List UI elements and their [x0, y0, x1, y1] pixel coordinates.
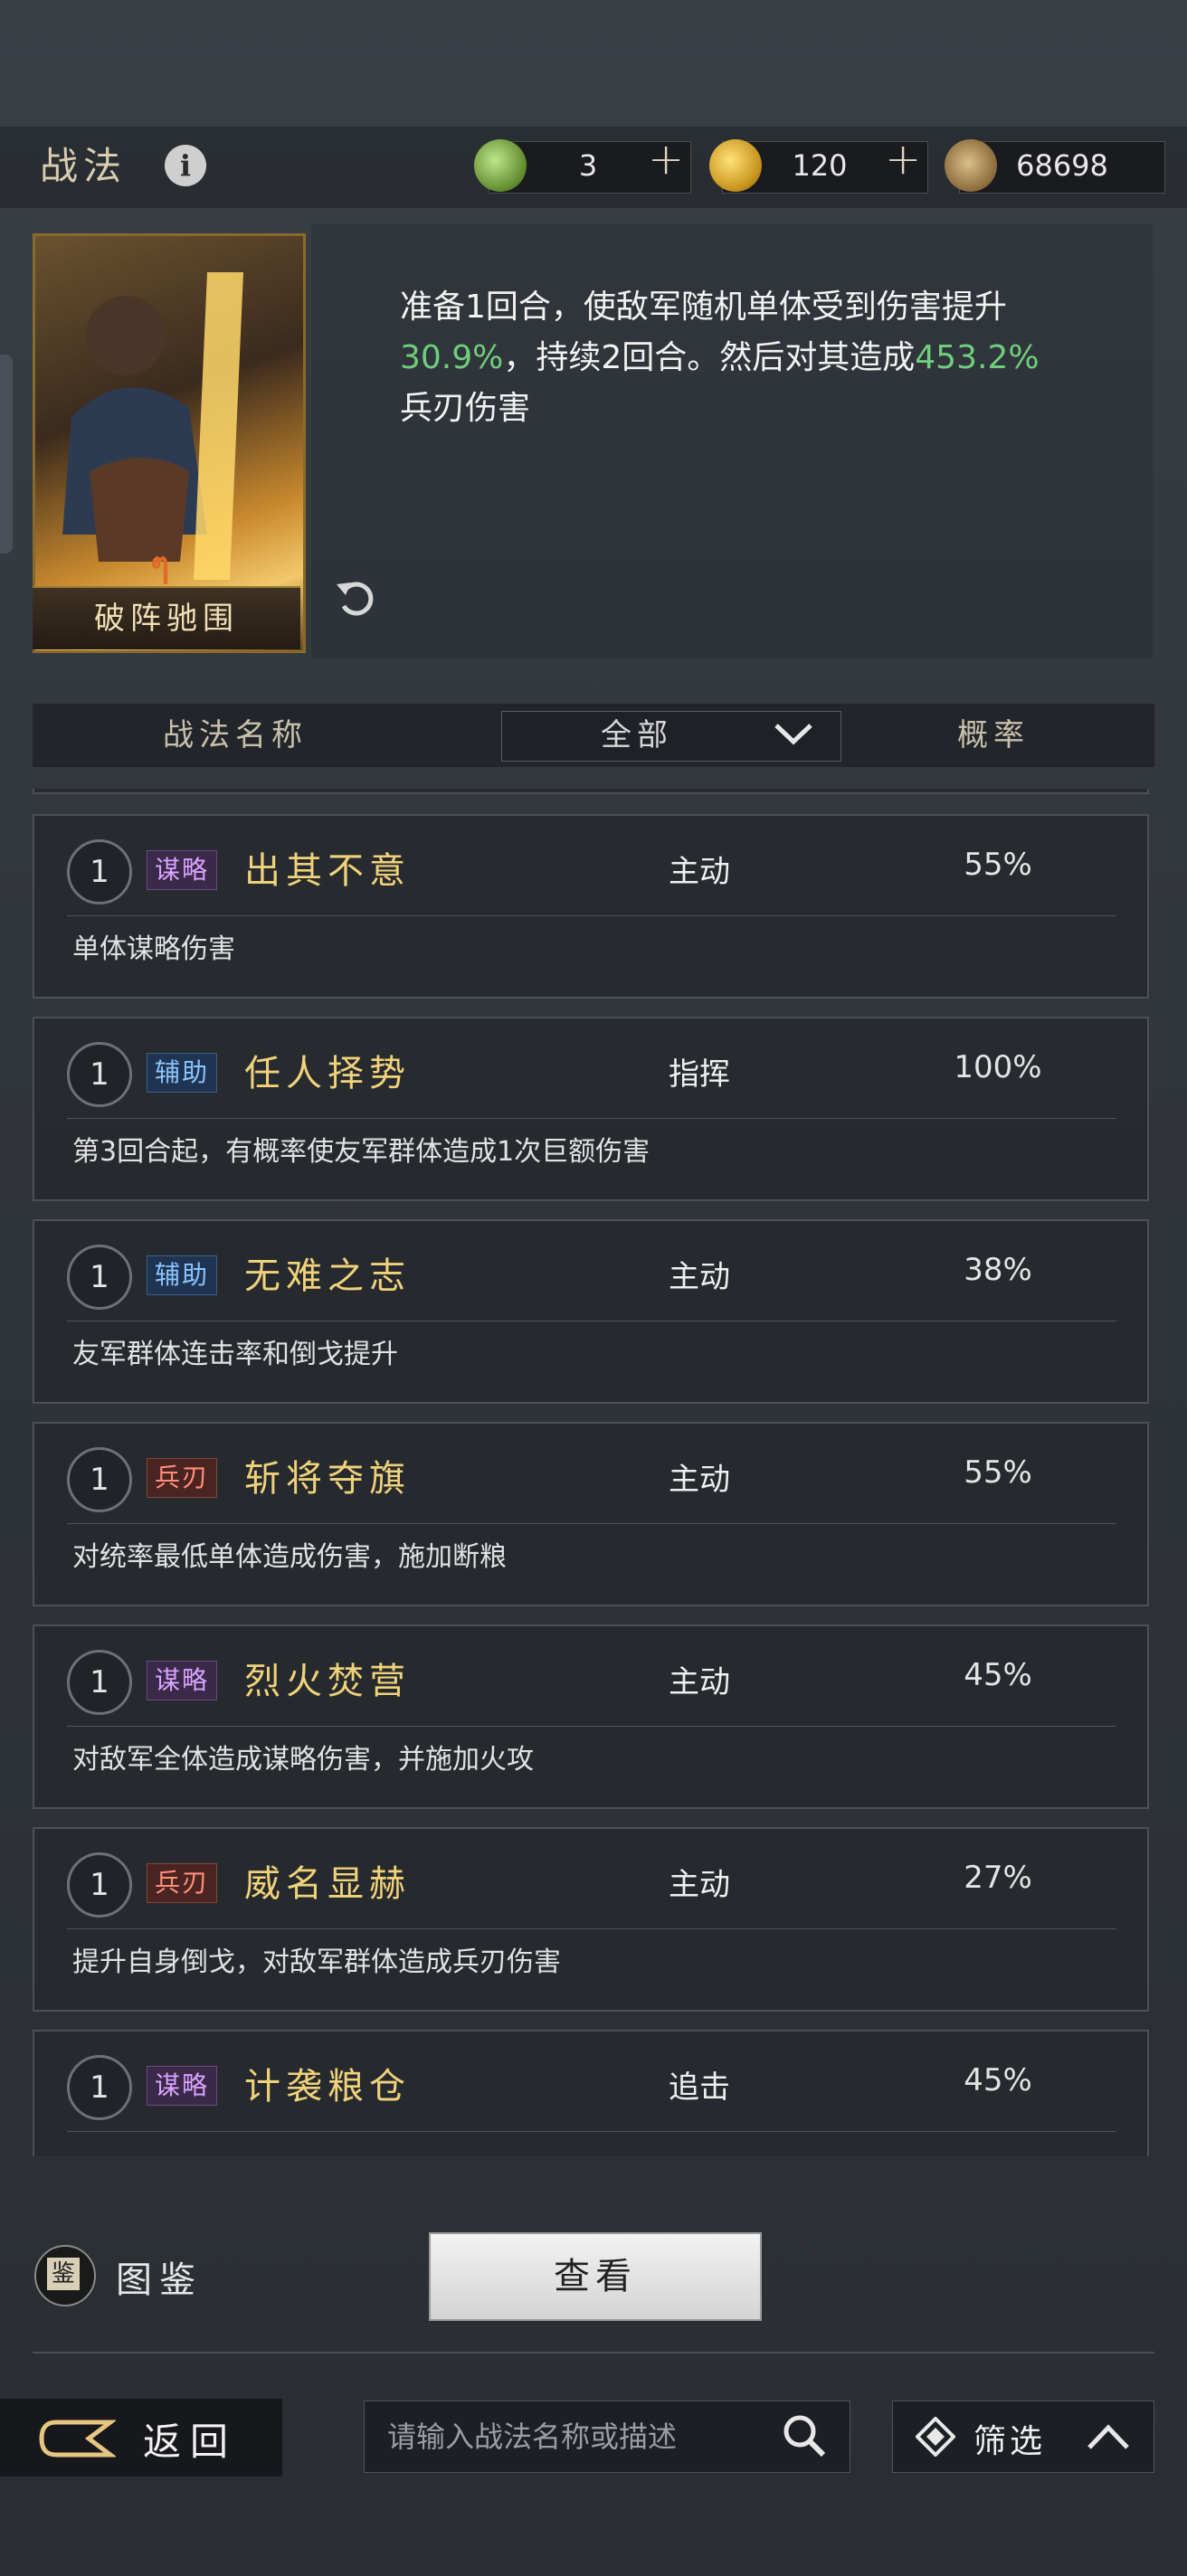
skill-rate: 45% — [964, 2062, 1032, 2098]
list-item[interactable]: 1 辅助 任人择势 指挥 100% 第3回合起，有概率使友军群体造成1次巨额伤害 — [33, 1017, 1149, 1201]
skill-name: 计袭粮仓 — [244, 2066, 411, 2107]
category-tag: 谋略 — [147, 850, 218, 890]
skill-summary: 提升自身倒戈，对敌军群体造成兵刃伤害 — [72, 1946, 561, 1978]
skill-summary: 第3回合起，有概率使友军群体造成1次巨额伤害 — [72, 1136, 650, 1168]
skill-name: 烈火焚营 — [244, 1661, 411, 1702]
desc-part: 兵刃伤害 — [400, 390, 531, 427]
back-arrow-icon — [34, 2413, 118, 2464]
divider — [67, 2131, 1116, 2132]
level-badge: 1 — [67, 1245, 132, 1310]
skill-summary: 对统率最低单体造成伤害，施加断粮 — [72, 1541, 507, 1573]
desc-part: 准备1回合，使敌军随机单体受到伤害提升 — [400, 289, 1007, 326]
list-item[interactable]: 1 谋略 计袭粮仓 追击 45% — [33, 2030, 1149, 2156]
list-item[interactable]: 1 谋略 出其不意 主动 55% 单体谋略伤害 — [33, 814, 1149, 999]
copper-coin-icon — [945, 139, 997, 192]
divider — [67, 1523, 1116, 1524]
list-item[interactable]: 1 辅助 无难之志 主动 38% 友军群体连击率和倒戈提升 — [33, 1219, 1149, 1404]
category-tag: 辅助 — [147, 1255, 218, 1295]
skill-rate: 100% — [954, 1049, 1042, 1085]
skill-summary: 友军群体连击率和倒戈提升 — [72, 1339, 398, 1370]
filter-label: 筛选 — [973, 2423, 1047, 2460]
list-item[interactable]: 1 谋略 烈火焚营 主动 45% 对敌军全体造成谋略伤害，并施加火攻 — [33, 1624, 1149, 1809]
skill-type: 主动 — [669, 1867, 730, 1903]
column-rate-header: 概率 — [957, 717, 1030, 753]
skill-rate: 55% — [964, 1454, 1032, 1491]
column-name-header: 战法名称 — [163, 717, 308, 753]
side-tab[interactable] — [0, 355, 13, 554]
category-tag: 辅助 — [147, 1053, 218, 1093]
category-tag: 谋略 — [147, 2066, 218, 2106]
skill-name: 威名显赫 — [244, 1863, 411, 1905]
currency-value: 3 — [578, 148, 598, 183]
level-badge: 1 — [67, 1447, 132, 1512]
add-jade-icon[interactable]: + — [648, 134, 684, 185]
gold-coin-icon — [709, 139, 762, 192]
skill-summary: 单体谋略伤害 — [72, 933, 235, 965]
level-badge: 1 — [67, 2055, 132, 2120]
level-badge: 1 — [67, 1852, 132, 1918]
level-badge: 1 — [67, 1042, 132, 1107]
info-icon[interactable]: i — [165, 145, 206, 186]
search-input[interactable] — [364, 2401, 787, 2473]
divider — [33, 2352, 1154, 2353]
skill-rate: 55% — [964, 847, 1032, 883]
add-gold-icon[interactable]: + — [885, 134, 921, 185]
view-button[interactable]: 查看 — [429, 2232, 762, 2321]
filter-diamond-icon — [915, 2416, 956, 2458]
skill-list[interactable]: 1 谋略 出其不意 主动 55% 单体谋略伤害 1 辅助 任人择势 指挥 100… — [33, 789, 1154, 2156]
skill-type: 主动 — [669, 1664, 730, 1700]
skill-type: 追击 — [669, 2069, 730, 2106]
skill-type: 主动 — [669, 854, 730, 890]
skill-type: 主动 — [669, 1462, 730, 1498]
divider — [67, 1118, 1116, 1119]
desc-value: 30.9% — [400, 339, 504, 376]
atlas-book-icon: 鉴 — [47, 2258, 80, 2290]
category-tag: 兵刃 — [147, 1458, 218, 1498]
card-name: 破阵驰围 — [33, 586, 300, 649]
chevron-up-icon[interactable] — [1086, 2420, 1131, 2453]
list-item[interactable]: 1 兵刃 威名显赫 主动 27% 提升自身倒戈，对敌军群体造成兵刃伤害 — [33, 1827, 1149, 2012]
divider — [67, 915, 1116, 916]
category-tag: 兵刃 — [147, 1863, 218, 1903]
divider — [67, 1726, 1116, 1727]
category-tag: 谋略 — [147, 1661, 218, 1700]
filter-value: 全部 — [601, 717, 673, 753]
divider — [67, 1928, 1116, 1929]
currency-value: 68698 — [1016, 148, 1108, 183]
skill-rate: 27% — [964, 1860, 1032, 1896]
skill-type: 指挥 — [669, 1056, 730, 1093]
chevron-down-icon[interactable] — [771, 715, 816, 751]
skill-name: 斩将夺旗 — [244, 1458, 411, 1500]
card-quality-icon: ๆ — [150, 545, 170, 586]
jade-icon — [474, 139, 527, 192]
back-label: 返回 — [143, 2420, 238, 2464]
desc-part: ，持续2回合。然后对其造成 — [503, 339, 916, 376]
level-badge: 1 — [67, 1650, 132, 1715]
skill-description: 准备1回合，使敌军随机单体受到伤害提升 30.9%，持续2回合。然后对其造成453… — [400, 282, 1069, 434]
search-icon[interactable] — [780, 2411, 829, 2460]
skill-name: 出其不意 — [244, 850, 411, 892]
undo-icon[interactable] — [331, 572, 382, 622]
skill-rate: 38% — [964, 1252, 1032, 1288]
skill-rate: 45% — [964, 1657, 1032, 1693]
currency-value: 120 — [792, 148, 848, 183]
skill-type: 主动 — [669, 1259, 730, 1295]
desc-value: 453.2% — [915, 339, 1040, 376]
list-item-partial — [33, 789, 1149, 794]
skill-name: 任人择势 — [244, 1053, 411, 1094]
page-title: 战法 — [40, 144, 128, 188]
atlas-label[interactable]: 图鉴 — [116, 2250, 203, 2303]
level-badge: 1 — [67, 839, 132, 904]
skill-name: 无难之志 — [244, 1255, 411, 1297]
list-item[interactable]: 1 兵刃 斩将夺旗 主动 55% 对统率最低单体造成伤害，施加断粮 — [33, 1422, 1149, 1606]
skill-summary: 对敌军全体造成谋略伤害，并施加火攻 — [72, 1744, 534, 1776]
